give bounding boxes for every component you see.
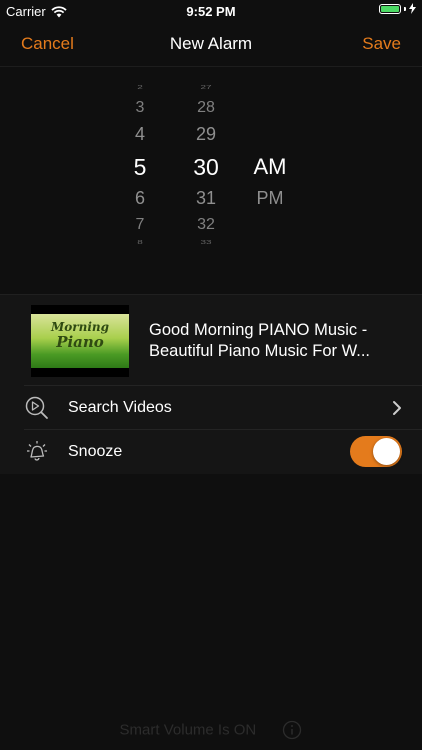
- time-picker[interactable]: 2 3 4 5 6 7 8 27 28 29 30 31 32 33 AM PM: [0, 66, 422, 294]
- hour-option: 6: [134, 188, 145, 208]
- charging-bolt-icon: [409, 3, 416, 14]
- minute-option: 28: [197, 99, 215, 116]
- snooze-row: Snooze: [0, 430, 422, 474]
- status-bar: Carrier 9:52 PM: [0, 0, 422, 22]
- hour-selected: 5: [133, 154, 147, 180]
- minute-option: 27: [200, 84, 212, 91]
- hour-option: 4: [134, 124, 145, 144]
- save-button[interactable]: Save: [362, 34, 401, 54]
- video-title-line: Good Morning PIANO Music -: [149, 321, 368, 339]
- hour-option: 3: [135, 99, 145, 116]
- snooze-toggle[interactable]: [350, 436, 402, 467]
- thumbnail-text: Piano: [56, 333, 104, 351]
- hour-wheel[interactable]: 2 3 4 5 6 7 8: [110, 66, 170, 294]
- snooze-bell-icon: [27, 441, 47, 461]
- video-title-line: Beautiful Piano Music For W...: [149, 342, 371, 360]
- smart-volume-note: Smart Volume Is ON: [0, 720, 422, 740]
- ampm-wheel[interactable]: AM PM: [240, 66, 300, 294]
- minute-option: 31: [195, 188, 217, 208]
- chevron-right-icon[interactable]: [390, 399, 404, 417]
- battery-nub: [404, 6, 406, 11]
- search-videos-label: Search Videos: [68, 399, 172, 416]
- status-time: 9:52 PM: [186, 4, 236, 19]
- video-thumbnail: Morning Piano: [31, 305, 129, 377]
- hour-option: 2: [137, 84, 143, 91]
- smart-volume-text: Smart Volume Is ON: [119, 721, 257, 739]
- search-videos-icon: [25, 396, 48, 419]
- thumbnail-image: Morning Piano: [31, 314, 129, 368]
- ampm-option: PM: [256, 188, 284, 208]
- battery-icon: [379, 3, 401, 14]
- search-videos-row[interactable]: Search Videos: [0, 386, 422, 430]
- video-title: Good Morning PIANO Music - Beautiful Pia…: [149, 320, 389, 362]
- selected-video-row[interactable]: Morning Piano Good Morning PIANO Music -…: [24, 295, 422, 386]
- snooze-label: Snooze: [68, 443, 123, 460]
- minute-option: 32: [197, 216, 215, 233]
- minute-selected: 30: [193, 154, 219, 180]
- minute-wheel[interactable]: 27 28 29 30 31 32 33: [176, 66, 236, 294]
- minute-option: 33: [200, 239, 212, 246]
- toggle-knob: [373, 438, 400, 465]
- minute-option: 29: [195, 124, 217, 144]
- hour-option: 8: [137, 239, 143, 246]
- ampm-selected: AM: [253, 154, 287, 179]
- navigation-bar: Cancel New Alarm Save: [0, 22, 422, 67]
- hour-option: 7: [135, 216, 145, 233]
- info-icon[interactable]: [282, 720, 302, 740]
- thumbnail-text: Morning: [50, 320, 109, 334]
- alarm-settings-list: Morning Piano Good Morning PIANO Music -…: [0, 294, 422, 474]
- status-right: [379, 3, 416, 14]
- page-title: New Alarm: [169, 34, 253, 53]
